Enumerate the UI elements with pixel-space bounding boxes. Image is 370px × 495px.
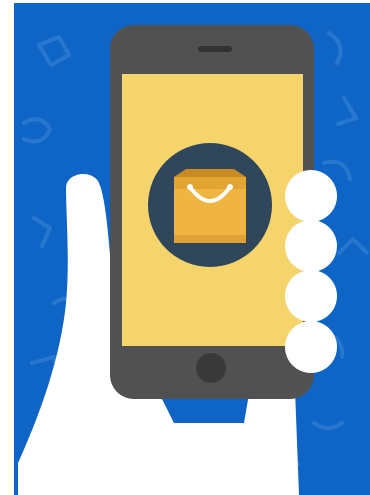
finger-2: [285, 220, 337, 272]
illustration-canvas: [0, 0, 370, 495]
home-button-icon: [196, 353, 226, 383]
illustration-scene: [14, 3, 370, 495]
finger-4: [285, 321, 337, 373]
shopping-bag-icon: [174, 169, 246, 243]
phone-hand-illustration: [14, 3, 370, 495]
finger-3: [285, 270, 337, 322]
speaker-icon: [198, 46, 232, 52]
finger-1: [285, 170, 337, 222]
